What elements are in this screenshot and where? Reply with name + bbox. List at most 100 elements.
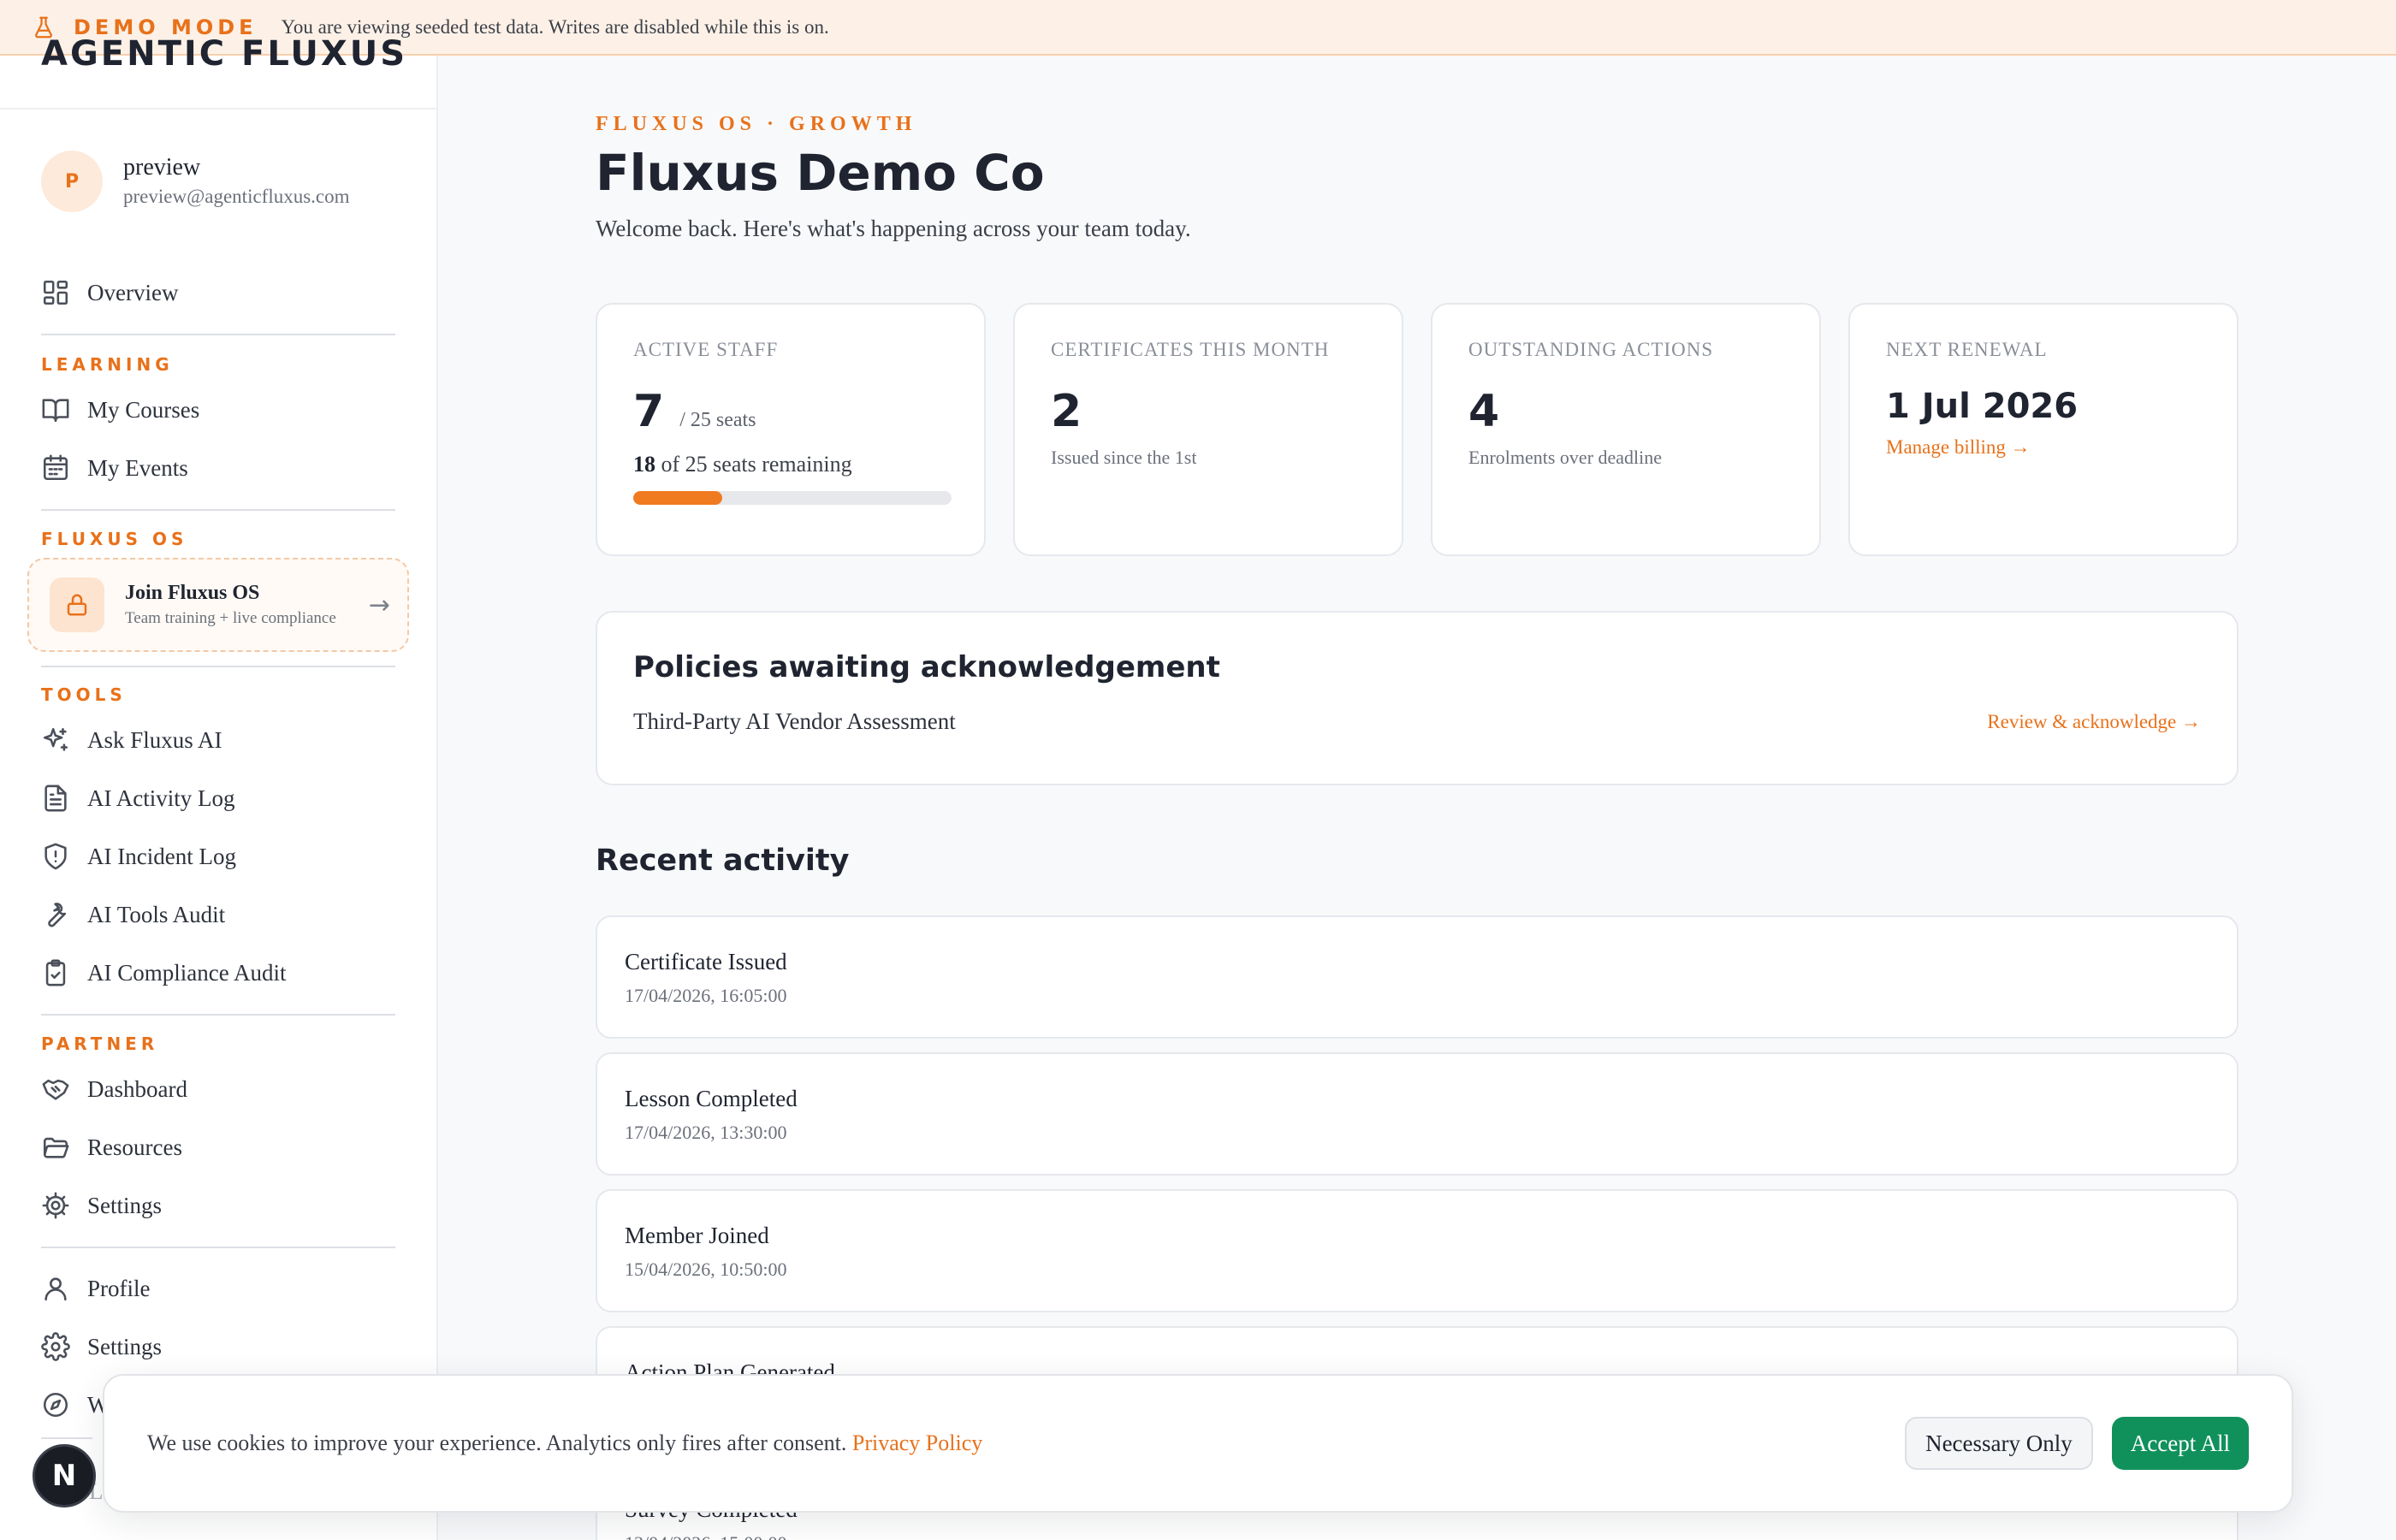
welcome-message: Welcome back. Here's what's happening ac…	[596, 216, 1191, 241]
grid-icon	[43, 280, 68, 305]
sidebar-item-ai-tools-audit[interactable]: AI Tools Audit	[41, 894, 225, 935]
necessary-only-button[interactable]: Necessary Only	[1905, 1417, 2093, 1470]
review-acknowledge-link[interactable]: Review & acknowledge →	[1987, 711, 2201, 733]
sidebar-item-label: Overview	[87, 279, 179, 305]
compass-icon	[43, 1392, 68, 1418]
stat-value: 2	[1051, 386, 1082, 437]
sparkles-icon	[43, 727, 68, 751]
privacy-policy-link[interactable]: Privacy Policy	[852, 1430, 982, 1455]
file-text-icon	[44, 785, 67, 812]
sidebar-item-label: Dashboard	[87, 1075, 187, 1102]
activity-title: Lesson Completed	[625, 1086, 798, 1111]
brand-divider	[0, 108, 436, 110]
sidebar-item-label: Settings	[87, 1333, 163, 1359]
sidebar-item-partner-dashboard[interactable]: Dashboard	[41, 1069, 187, 1110]
sidebar-item-ai-incident-log[interactable]: AI Incident Log	[41, 836, 236, 877]
sidebar-item-label: AI Tools Audit	[87, 901, 226, 927]
handshake-icon	[42, 1079, 69, 1100]
sidebar-item-label: Resources	[87, 1134, 182, 1160]
cookie-consent-banner: We use cookies to improve your experienc…	[103, 1374, 2293, 1513]
nav-divider	[41, 1014, 395, 1016]
user-name: preview	[123, 154, 201, 181]
policy-row: Third-Party AI Vendor Assessment Review …	[633, 708, 2201, 735]
seats-progress-bar	[633, 491, 952, 505]
lock-icon	[67, 594, 87, 616]
sidebar-item-label: AI Incident Log	[87, 843, 236, 869]
user-icon	[44, 1277, 67, 1301]
nav-divider	[41, 334, 395, 335]
brand-logo[interactable]: AGENTIC FLUXUS	[41, 33, 407, 75]
policies-card: Policies awaiting acknowledgement Third-…	[596, 611, 2239, 785]
sidebar-item-ai-compliance-audit[interactable]: AI Compliance Audit	[41, 952, 286, 993]
join-card-title: Join Fluxus OS	[125, 582, 260, 604]
activity-time: 17/04/2026, 16:05:00	[625, 985, 787, 1006]
join-fluxus-os-card[interactable]: Join Fluxus OS Team training + live comp…	[27, 558, 409, 652]
calendar-icon	[43, 454, 68, 481]
sidebar-item-settings[interactable]: Settings	[41, 1326, 162, 1367]
sidebar-item-my-events[interactable]: My Events	[41, 447, 188, 489]
accept-all-button[interactable]: Accept All	[2111, 1417, 2249, 1470]
sidebar-item-my-courses[interactable]: My Courses	[41, 389, 199, 430]
user-profile-summary: P preview preview@agenticfluxus.com	[41, 151, 350, 212]
seats-remaining: 18 of 25 seats remaining	[633, 452, 948, 477]
policies-title: Policies awaiting acknowledgement	[633, 650, 1220, 684]
stat-suffix: / 25 seats	[679, 409, 756, 431]
cookie-message: We use cookies to improve your experienc…	[147, 1430, 982, 1456]
stat-sub: Enrolments over deadline	[1468, 447, 1663, 468]
stat-label: OUTSTANDING ACTIONS	[1468, 339, 1714, 360]
stat-card-active-staff: ACTIVE STAFF 7 / 25 seats 18 of 25 seats…	[596, 303, 986, 556]
sidebar-item-ai-activity-log[interactable]: AI Activity Log	[41, 778, 234, 819]
section-label-partner: PARTNER	[41, 1034, 159, 1054]
manage-billing-link[interactable]: Manage billing →	[1886, 436, 2201, 459]
sidebar-item-label: Ask Fluxus AI	[87, 726, 222, 753]
sidebar-item-ask-fluxus-ai[interactable]: Ask Fluxus AI	[41, 720, 222, 761]
avatar: P	[41, 151, 103, 212]
activity-item: Certificate Issued 17/04/2026, 16:05:00	[596, 915, 2239, 1039]
stat-card-certificates: CERTIFICATES THIS MONTH 2 Issued since t…	[1013, 303, 1403, 556]
stat-value: 7	[633, 386, 665, 437]
nav-divider	[41, 1247, 395, 1248]
plan-eyebrow: FLUXUS OS · GROWTH	[596, 113, 917, 135]
clipboard-check-icon	[45, 959, 66, 986]
policy-name: Third-Party AI Vendor Assessment	[633, 708, 956, 734]
activity-title: Certificate Issued	[625, 949, 787, 974]
lock-icon-box	[50, 578, 104, 632]
sidebar-item-partial[interactable]: W	[41, 1384, 109, 1425]
cog-icon	[42, 1192, 69, 1219]
sidebar-item-label: Settings	[87, 1192, 163, 1218]
stat-card-next-renewal: NEXT RENEWAL 1 Jul 2026 Manage billing →	[1848, 303, 2239, 556]
user-email: preview@agenticfluxus.com	[123, 186, 350, 207]
renewal-date: 1 Jul 2026	[1886, 387, 2079, 426]
activity-time: 15/04/2026, 10:50:00	[625, 1259, 787, 1280]
sidebar-item-label: AI Compliance Audit	[87, 959, 287, 986]
arrow-right-icon: →	[368, 589, 390, 620]
seats-remaining-text: of 25 seats remaining	[661, 452, 852, 477]
seats-progress-fill	[633, 491, 723, 505]
activity-time: 17/04/2026, 13:30:00	[625, 1122, 787, 1143]
next-dev-badge[interactable]: N	[33, 1444, 96, 1507]
sidebar-item-partner-settings[interactable]: Settings	[41, 1185, 162, 1226]
activity-item: Member Joined 15/04/2026, 10:50:00	[596, 1189, 2239, 1312]
wrench-icon	[48, 903, 67, 927]
stat-label: NEXT RENEWAL	[1886, 339, 2048, 360]
section-label-fluxus-os: FLUXUS OS	[41, 529, 188, 549]
sidebar-item-partner-resources[interactable]: Resources	[41, 1127, 182, 1168]
activity-time: 13/04/2026, 15:00:00	[625, 1530, 2209, 1540]
stat-value: 4	[1468, 386, 1500, 437]
folder-open-icon	[43, 1137, 69, 1158]
join-card-subtitle: Team training + live compliance	[125, 609, 336, 627]
stat-label: CERTIFICATES THIS MONTH	[1051, 339, 1330, 360]
stat-card-outstanding-actions: OUTSTANDING ACTIONS 4 Enrolments over de…	[1431, 303, 1821, 556]
recent-activity-title: Recent activity	[596, 844, 850, 878]
nav-divider	[41, 666, 395, 667]
sidebar-item-profile[interactable]: Profile	[41, 1268, 151, 1309]
cookie-text: We use cookies to improve your experienc…	[147, 1430, 847, 1455]
sidebar-item-label: AI Activity Log	[87, 785, 235, 811]
stat-label: ACTIVE STAFF	[633, 339, 779, 360]
book-open-icon	[42, 399, 69, 423]
stat-sub: Issued since the 1st	[1051, 447, 1197, 468]
sidebar-item-overview[interactable]: Overview	[41, 272, 178, 313]
shield-alert-icon	[44, 843, 67, 870]
gear-icon	[41, 1332, 70, 1361]
nav-divider	[41, 1437, 92, 1439]
